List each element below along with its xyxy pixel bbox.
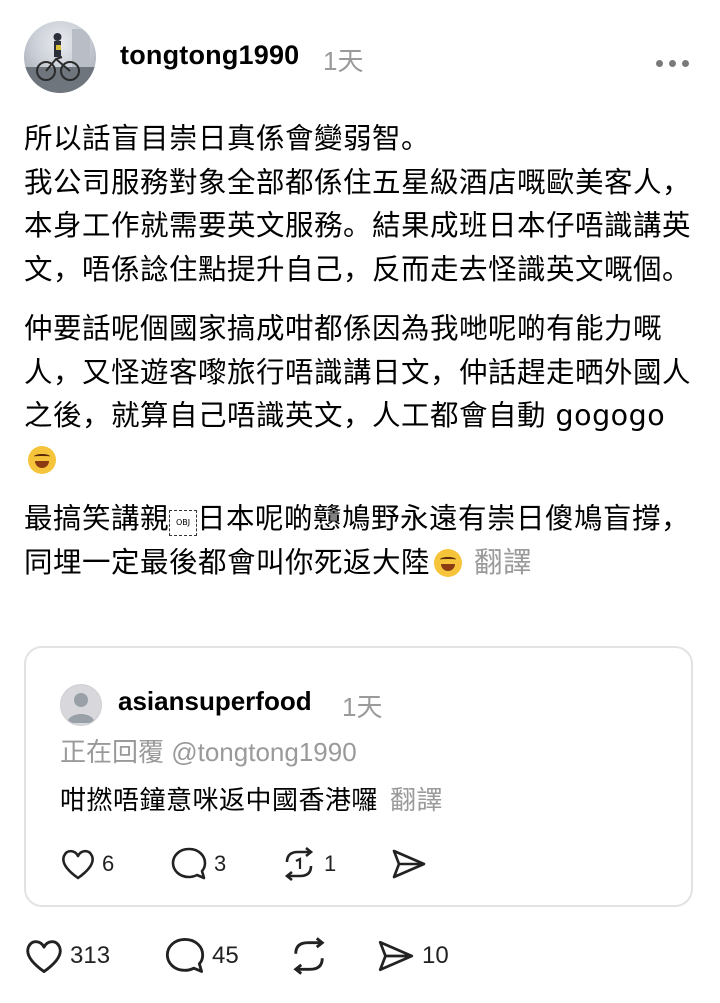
post-body: 所以話盲目崇日真係會變弱智。 我公司服務對象全部都係住五星級酒店嘅歐美客人，本身… <box>24 117 694 600</box>
share-button[interactable]: 10 <box>376 936 449 976</box>
default-avatar-icon <box>67 693 95 723</box>
reply-time: 1天 <box>342 692 383 722</box>
post-paragraph-2: 仲要話呢個國家搞成咁都係因為我哋呢啲有能力嘅人，又怪遊客嚟旅行唔識講日文，仲話趕… <box>24 307 694 481</box>
reply-repost-count: 1 <box>324 851 337 876</box>
send-icon <box>392 849 426 879</box>
reply-repost-button[interactable]: 1 <box>280 844 336 884</box>
author-username[interactable]: tongtong1990 <box>120 40 299 71</box>
replying-to-label: 正在回覆 @tongtong1990 <box>60 737 357 767</box>
comment-button[interactable]: 45 <box>164 936 239 976</box>
avatar-image <box>24 29 96 93</box>
reply-actions: 6 3 1 <box>60 844 480 884</box>
reply-comment-count: 3 <box>214 851 227 876</box>
reply-text: 咁撚唔鐘意咪返中國香港囉 <box>60 786 379 816</box>
translate-link[interactable]: 翻譯 <box>474 546 532 579</box>
share-count: 10 <box>422 942 449 969</box>
reply-text-line: 咁撚唔鐘意咪返中國香港囉 翻譯 <box>60 780 443 817</box>
like-count: 313 <box>70 942 111 969</box>
send-icon <box>378 940 414 972</box>
comment-icon <box>165 937 205 973</box>
reply-avatar[interactable] <box>60 684 102 726</box>
comment-icon <box>171 847 207 880</box>
heart-icon <box>26 940 62 973</box>
repost-icon <box>293 937 325 975</box>
reply-like-button[interactable]: 6 <box>60 844 114 884</box>
post-time: 1天 <box>323 46 364 76</box>
repost-button[interactable] <box>288 936 330 976</box>
post-paragraph-3a-text: 最搞笑講親 <box>24 502 170 535</box>
post-paragraph-1: 所以話盲目崇日真係會變弱智。 我公司服務對象全部都係住五星級酒店嘅歐美客人，本身… <box>24 122 692 286</box>
repost-icon <box>284 846 314 882</box>
heart-icon <box>62 849 94 880</box>
reply-share-button[interactable] <box>390 844 428 884</box>
like-button[interactable]: 313 <box>24 936 110 976</box>
obj-replacement-glyph: OBJ <box>169 510 198 536</box>
laughing-emoji-icon <box>28 445 56 474</box>
post-paragraph-3: 最搞笑講親 OBJ 日本呢啲戇鳩野永遠有崇日傻鳩盲撐，同埋一定最後都會叫你死返大陸翻… <box>24 497 694 584</box>
reply-comment-button[interactable]: 3 <box>170 844 226 884</box>
more-icon[interactable] <box>656 52 696 67</box>
reply-like-count: 6 <box>102 851 115 876</box>
reply-card[interactable]: asiansuperfood 1天 正在回覆 @tongtong1990 咁撚唔… <box>24 646 693 907</box>
reply-username[interactable]: asiansuperfood <box>118 686 312 717</box>
reply-translate-link[interactable]: 翻譯 <box>390 786 443 816</box>
laughing-emoji-icon <box>434 548 463 577</box>
post-paragraph-2-text: 仲要話呢個國家搞成咁都係因為我哋呢啲有能力嘅人，又怪遊客嚟旅行唔識講日文，仲話趕… <box>24 312 692 432</box>
post-actions: 313 45 10 <box>24 936 524 980</box>
comment-count: 45 <box>212 942 239 969</box>
author-avatar[interactable] <box>24 21 96 93</box>
